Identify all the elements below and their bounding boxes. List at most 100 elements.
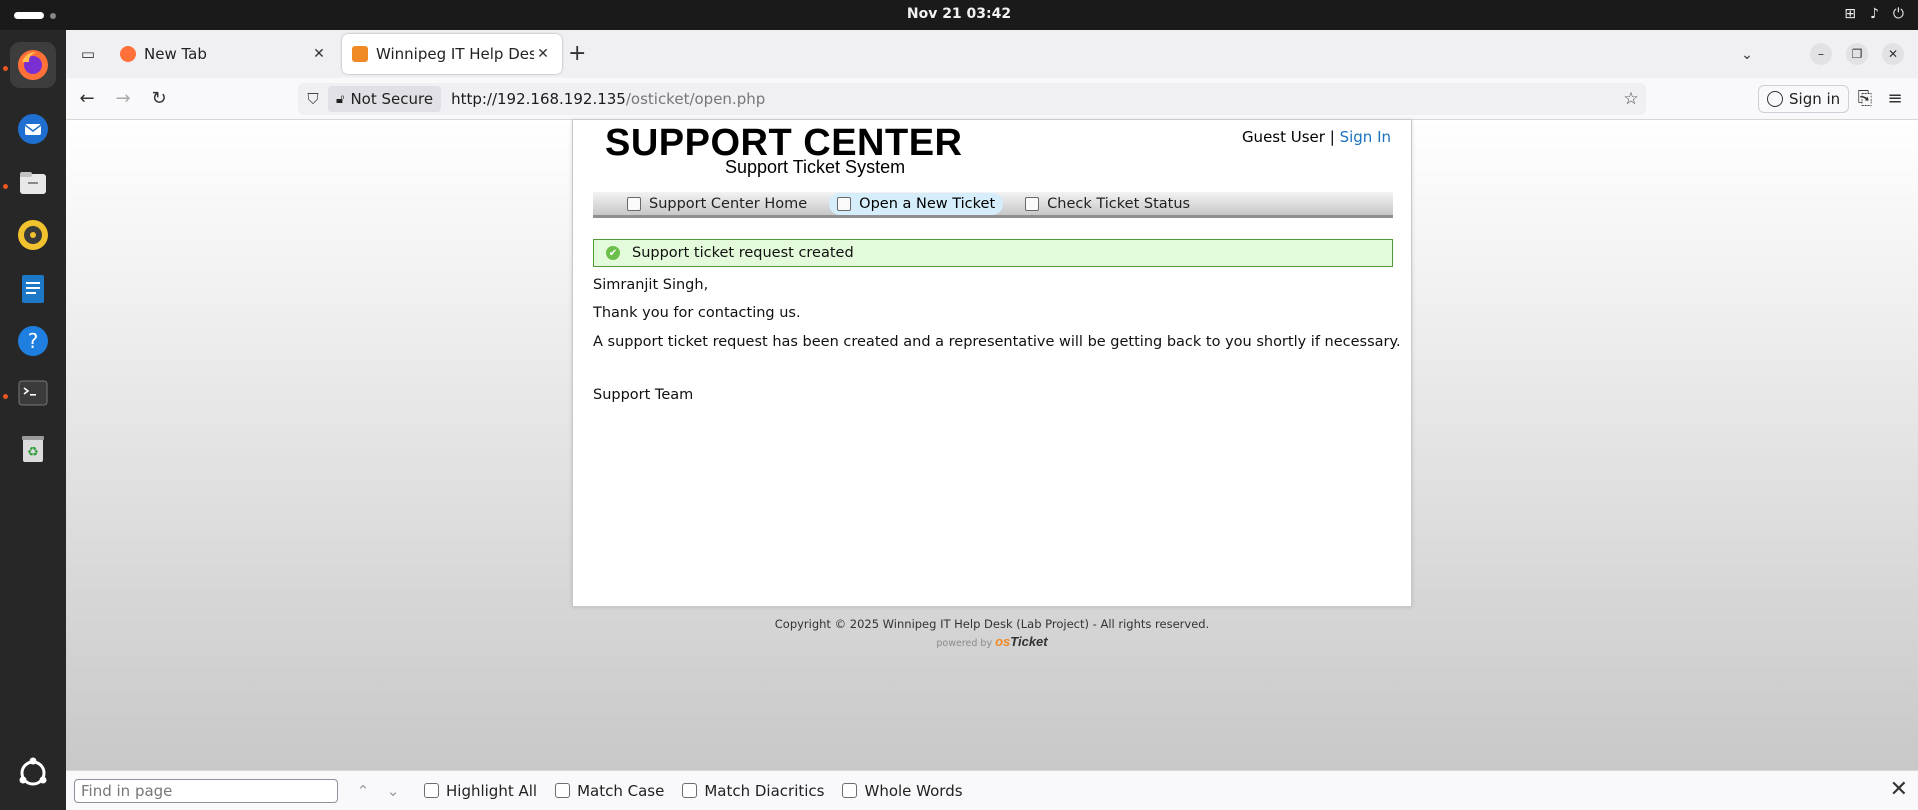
running-indicator [3,184,8,189]
navigation-bar: ← → ↻ ⛉ 🔓︎ Not Secure http://192.168.192… [66,78,1918,120]
osticket-favicon-icon [352,46,368,62]
back-icon[interactable]: ← [74,86,100,112]
nav-label: Open a New Ticket [859,195,996,212]
separator: | [1329,128,1335,146]
thunderbird-icon[interactable] [10,106,56,152]
close-tab-icon[interactable]: ✕ [310,46,328,62]
nav-label: Check Ticket Status [1047,195,1191,212]
firefox-favicon-icon [120,46,136,62]
whole-words-checkbox[interactable]: Whole Words [842,781,963,800]
not-secure-label: Not Secure [350,90,434,108]
signoff: Support Team [593,387,694,403]
close-window-icon[interactable]: ✕ [1882,43,1904,65]
address-bar[interactable]: ⛉ 🔓︎ Not Secure http://192.168.192.135/o… [298,83,1646,115]
checkbox-label: Match Diacritics [704,781,825,800]
home-icon [627,196,641,211]
sign-in-link[interactable]: Sign In [1340,128,1391,146]
checkbox-box [682,783,698,798]
files-icon[interactable] [10,160,56,206]
tracking-shield-icon[interactable]: ⛉ [298,90,328,108]
find-in-page-input[interactable]: Find in page [74,778,338,803]
user-links: Guest User | Sign In [1242,128,1391,146]
system-tray[interactable]: ⊞ ♪ ⏻ [1844,6,1904,22]
account-sign-in-label: Sign in [1789,90,1841,108]
nav-support-center-home[interactable]: Support Center Home [619,193,815,215]
network-icon: ⊞ [1844,6,1856,22]
nav-check-ticket-status[interactable]: Check Ticket Status [1017,193,1198,215]
volume-icon: ♪ [1869,6,1879,22]
rhythmbox-icon[interactable] [10,212,56,258]
check-icon: ✔ [606,246,620,260]
highlight-all-checkbox[interactable]: Highlight All [424,782,537,800]
browser-window: ▭ New Tab ✕ Winnipeg IT Help Desk (L ✕ +… [66,30,1918,810]
copyright-footer: Copyright © 2025 Winnipeg IT Help Desk (… [774,617,1210,631]
tab-new-tab[interactable]: New Tab ✕ [110,34,338,74]
writer-icon[interactable] [10,266,56,312]
osticket-logo: osTicket [995,634,1048,649]
nav-open-new-ticket[interactable]: Open a New Ticket [829,192,1004,215]
account-icon [1767,91,1783,107]
new-tab-icon[interactable]: + [568,42,586,66]
svg-text:♻: ♻ [27,445,39,460]
restore-icon[interactable]: ❐ [1846,43,1868,65]
tab-bar: ▭ New Tab ✕ Winnipeg IT Help Desk (L ✕ +… [66,30,1918,78]
url-host: http://192.168.192.135 [451,90,626,108]
bookmark-star-icon[interactable]: ☆ [1616,89,1646,109]
checkbox-label: Highlight All [446,781,538,800]
site-security-indicator[interactable]: 🔓︎ Not Secure [328,86,442,112]
menu-icon[interactable]: ≡ [1882,86,1908,112]
powered-by-label: powered by [936,638,993,649]
running-indicator [3,66,8,71]
checkbox-box [555,783,571,798]
insecure-lock-icon: 🔓︎ [336,91,345,107]
reload-icon[interactable]: ↻ [146,86,172,112]
running-indicator [3,394,8,399]
new-ticket-icon [837,196,852,211]
find-previous-icon[interactable]: ⌃ [350,782,376,800]
tab-title: New Tab [144,45,207,63]
clock[interactable]: Nov 21 03:42 [0,6,1918,22]
url-path: /osticket/open.php [625,90,766,108]
guest-user-label: Guest User [1241,128,1325,146]
checkbox-box [424,783,439,798]
ticket-status-icon [1025,196,1040,211]
forward-icon[interactable]: → [110,86,136,112]
account-sign-in-button[interactable]: Sign in [1758,85,1850,113]
thanks-text: Thank you for contacting us. [593,305,801,321]
greeting: Simranjit Singh, [593,277,709,293]
tab-help-desk[interactable]: Winnipeg IT Help Desk (L ✕ [342,34,562,74]
match-diacritics-checkbox[interactable]: Match Diacritics [682,782,824,800]
terminal-icon[interactable] [10,370,56,416]
powered-by-osticket[interactable]: powered by osTicket [572,634,1412,649]
match-case-checkbox[interactable]: Match Case [555,782,664,800]
nav-label: Support Center Home [649,195,808,212]
find-next-icon[interactable]: ⌄ [380,782,406,800]
extensions-icon[interactable]: ⎘ [1852,86,1878,112]
close-find-bar-icon[interactable]: ✕ [1890,779,1908,801]
checkbox-box [842,783,858,798]
brand-subtitle: Support Ticket System [725,157,906,177]
svg-text:?: ? [28,329,39,353]
firefox-icon[interactable] [10,42,56,88]
page-viewport: SUPPORT CENTER Support Ticket System Gue… [66,120,1918,770]
success-notice: ✔ Support ticket request created [593,239,1393,267]
main-nav: Support Center Home Open a New Ticket Ch… [593,192,1393,218]
close-tab-icon[interactable]: ✕ [534,46,552,62]
notice-text: Support ticket request created [632,245,854,261]
dock: ? ♻ [0,30,66,810]
ticket-created-text: A support ticket request has been create… [593,334,1401,350]
power-icon: ⏻ [1892,6,1904,22]
tab-title: Winnipeg IT Help Desk (L [376,45,534,63]
url-text[interactable]: http://192.168.192.135/osticket/open.php [451,90,1616,108]
tab-list-chevron-icon[interactable]: ⌄ [1734,42,1760,68]
find-bar: Find in page ⌃ ⌄ Highlight All Match Cas… [66,770,1918,810]
show-apps-icon[interactable] [10,750,56,796]
help-icon[interactable]: ? [10,318,56,364]
page-container: SUPPORT CENTER Support Ticket System Gue… [572,120,1412,607]
checkbox-label: Whole Words [864,781,963,800]
system-top-bar: Nov 21 03:42 ⊞ ♪ ⏻ [0,0,1918,30]
minimize-icon[interactable]: – [1810,43,1832,65]
checkbox-label: Match Case [577,781,665,800]
trash-icon[interactable]: ♻ [10,426,56,472]
firefox-view-icon[interactable]: ▭ [76,42,100,66]
